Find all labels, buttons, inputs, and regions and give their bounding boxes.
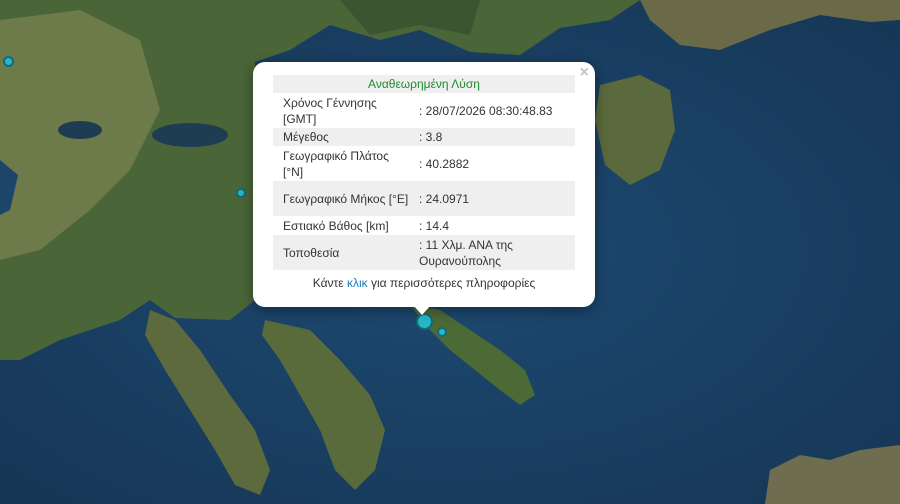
quake-details-table: Χρόνος Γέννησης [GMT] : 28/07/2026 08:30… [273,94,575,270]
row-value: : 14.4 [419,218,450,233]
table-row: Τοποθεσία : 11 Χλμ. ΑΝΑ της Ουρανούπολης [273,235,575,270]
row-label: Γεωγραφικό Πλάτος [°N] [283,148,389,179]
epicenter-main-marker[interactable] [416,313,433,330]
row-label: Χρόνος Γέννησης [GMT] [283,96,377,126]
table-row: Γεωγραφικό Μήκος [°E] : 24.0971 [273,181,575,216]
row-value: : 11 Χλμ. ΑΝΑ της Ουρανούπολης [419,237,513,268]
more-suffix: για περισσότερες πληροφορίες [367,276,536,290]
row-value: : 3.8 [419,130,443,144]
row-label: Εστιακό Βάθος [km] [283,218,389,233]
epicenter-inland-marker[interactable] [236,188,246,198]
table-row: Γεωγραφικό Πλάτος [°N] : 40.2882 [273,146,575,181]
row-label: Μέγεθος [283,130,329,144]
row-value: : 40.2882 [419,156,470,171]
popup-title: Αναθεωρημένη Λύση [273,75,575,93]
row-label: Γεωγραφικό Μήκος [°E] [283,191,409,206]
table-row: Χρόνος Γέννησης [GMT] : 28/07/2026 08:30… [273,94,575,128]
more-info-link[interactable]: κλικ [347,276,368,290]
lake-koronia [58,121,102,139]
more-prefix: Κάντε [312,276,347,290]
close-icon[interactable]: × [580,64,589,82]
popup-tip [413,305,431,315]
lake-volvi [152,123,228,147]
epicenter-west-marker[interactable] [3,56,14,67]
row-value: : 28/07/2026 08:30:48.83 [419,104,553,118]
earthquake-info-popup: × Αναθεωρημένη Λύση Χρόνος Γέννησης [GMT… [253,62,595,307]
row-label: Τοποθεσία [283,245,340,260]
row-value: : 24.0971 [419,191,470,206]
table-row: Μέγεθος : 3.8 [273,128,575,146]
epicenter-small-marker[interactable] [437,327,447,337]
table-row: Εστιακό Βάθος [km] : 14.4 [273,216,575,235]
more-info-line: Κάντε κλικ για περισσότερες πληροφορίες [253,276,595,290]
